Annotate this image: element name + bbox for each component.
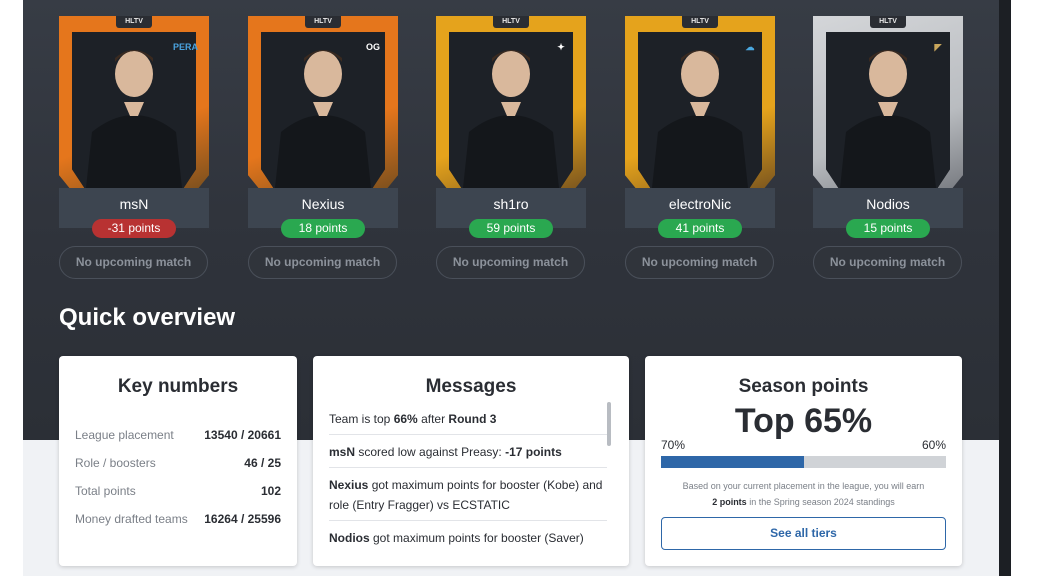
note-text: in the Spring season 2024 standings bbox=[746, 497, 895, 507]
key-numbers-card: Key numbers League placement 13540 / 206… bbox=[59, 356, 297, 566]
message-item: msN scored low against Preasy: -17 point… bbox=[329, 442, 607, 462]
player-name: msN bbox=[119, 196, 149, 212]
message-item: Team is top 66% after Round 3 bbox=[329, 409, 607, 429]
messages-card: Messages Team is top 66% after Round 3 m… bbox=[313, 356, 629, 566]
tier-progress-fill bbox=[661, 456, 804, 468]
message-divider bbox=[329, 520, 607, 521]
page: HLTV PERA msN -31 points No upcoming match HL… bbox=[0, 0, 1060, 576]
section-title: Quick overview bbox=[59, 304, 236, 331]
points-badge: 18 points bbox=[281, 219, 365, 238]
note-text: Based on your current placement in the l… bbox=[682, 481, 925, 491]
stat-row: League placement 13540 / 20661 bbox=[75, 428, 281, 442]
upcoming-match-pill: No upcoming match bbox=[248, 246, 397, 279]
hltv-badge: HLTV bbox=[305, 16, 341, 28]
stat-value: 102 bbox=[260, 484, 281, 498]
pera-logo-icon: PERA bbox=[173, 42, 199, 52]
stat-value: 16264 / 25596 bbox=[204, 512, 281, 526]
og-logo-icon: OG bbox=[365, 42, 380, 52]
points-badge: -31 points bbox=[92, 219, 176, 238]
message-highlight: Round 3 bbox=[448, 412, 497, 426]
message-text: after bbox=[417, 412, 449, 426]
player-card[interactable]: HLTV ✦ sh1ro 59 points bbox=[436, 16, 586, 238]
tier-left-label: 70% bbox=[661, 438, 686, 452]
stat-label: Role / boosters bbox=[75, 456, 156, 470]
left-gutter bbox=[0, 0, 23, 576]
player-card[interactable]: HLTV ☁ electroNic 41 points bbox=[625, 16, 775, 238]
season-note: Based on your current placement in the l… bbox=[655, 478, 952, 510]
spirit-logo-icon: ✦ bbox=[557, 42, 565, 52]
stat-row: Total points 102 bbox=[75, 484, 281, 498]
message-text: got maximum points for booster (Saver) bbox=[369, 531, 584, 545]
message-player: msN bbox=[329, 445, 356, 459]
message-text: scored low against Preasy: bbox=[355, 445, 506, 459]
stat-row: Role / boosters 46 / 25 bbox=[75, 456, 281, 470]
message-item: Nexius got maximum points for booster (K… bbox=[329, 475, 607, 515]
hltv-badge: HLTV bbox=[870, 16, 906, 28]
player-name: electroNic bbox=[668, 196, 732, 212]
message-text: got maximum points for booster (Kobe) an… bbox=[329, 478, 603, 512]
message-highlight: 66% bbox=[393, 412, 418, 426]
player-name: Nodios bbox=[866, 196, 910, 212]
stat-row: Money drafted teams 16264 / 25596 bbox=[75, 512, 281, 526]
hltv-badge: HLTV bbox=[493, 16, 529, 28]
stat-label: Money drafted teams bbox=[75, 512, 188, 526]
tier-progress-bar bbox=[661, 456, 946, 468]
stat-label: Total points bbox=[75, 484, 136, 498]
upcoming-match-pill: No upcoming match bbox=[59, 246, 208, 279]
hltv-badge: HLTV bbox=[116, 16, 152, 28]
upcoming-match-pill: No upcoming match bbox=[813, 246, 962, 279]
stat-value: 46 / 25 bbox=[244, 456, 281, 470]
message-text: Team is top bbox=[329, 412, 394, 426]
points-badge: 15 points bbox=[846, 219, 930, 238]
player-name: Nexius bbox=[301, 196, 345, 212]
message-player: Nodios bbox=[329, 531, 370, 545]
ecstatic-logo-icon: ◤ bbox=[934, 42, 942, 52]
messages-title: Messages bbox=[425, 376, 517, 397]
stat-label: League placement bbox=[75, 428, 174, 442]
message-player: Nexius bbox=[329, 478, 369, 492]
cloud9-logo-icon: ☁ bbox=[745, 42, 755, 52]
top-percentage: Top 65% bbox=[734, 402, 873, 440]
player-card[interactable]: HLTV ◤ Nodios 15 points bbox=[813, 16, 963, 238]
stat-value: 13540 / 20661 bbox=[204, 428, 281, 442]
message-divider bbox=[329, 467, 607, 468]
season-points-card: Season points Top 65% 70% 60% Based on y… bbox=[645, 356, 962, 566]
right-edge bbox=[999, 0, 1011, 576]
points-badge: 59 points bbox=[469, 219, 553, 238]
player-card[interactable]: HLTV OG Nexius 18 points bbox=[248, 16, 398, 238]
key-numbers-title: Key numbers bbox=[117, 376, 239, 397]
points-badge: 41 points bbox=[658, 219, 742, 238]
message-highlight: -17 points bbox=[505, 445, 562, 459]
tier-right-label: 60% bbox=[921, 438, 946, 452]
season-points-title: Season points bbox=[738, 376, 869, 397]
hltv-badge: HLTV bbox=[682, 16, 718, 28]
player-card[interactable]: HLTV PERA msN -31 points bbox=[59, 16, 209, 238]
right-margin bbox=[1011, 0, 1060, 576]
message-item: Nodios got maximum points for booster (S… bbox=[329, 528, 607, 548]
upcoming-match-pill: No upcoming match bbox=[625, 246, 774, 279]
message-divider bbox=[329, 434, 607, 435]
note-points: 2 points bbox=[712, 497, 747, 507]
upcoming-match-pill: No upcoming match bbox=[436, 246, 585, 279]
see-all-tiers-button[interactable]: See all tiers bbox=[661, 517, 946, 550]
messages-scrollbar[interactable] bbox=[607, 402, 611, 446]
player-name: sh1ro bbox=[493, 196, 529, 212]
